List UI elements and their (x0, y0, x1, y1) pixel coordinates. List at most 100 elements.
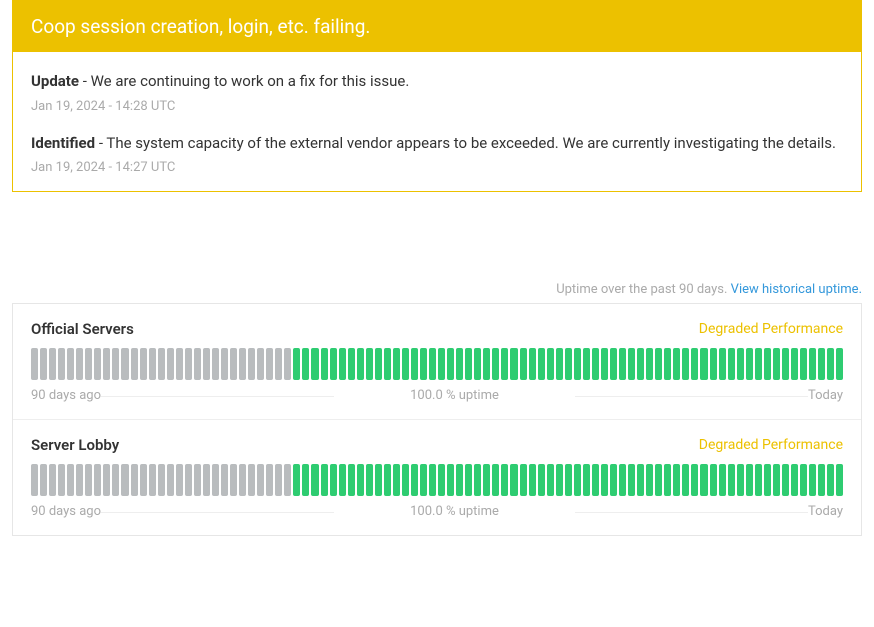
uptime-day (474, 464, 481, 496)
uptime-footer-right: Today (808, 388, 843, 403)
incident-message: Update - We are continuing to work on a … (31, 70, 843, 93)
view-historical-link[interactable]: View historical uptime. (731, 282, 862, 297)
uptime-day (836, 464, 843, 496)
uptime-day (384, 348, 391, 380)
uptime-day (194, 348, 201, 380)
uptime-day (293, 464, 300, 496)
uptime-day (538, 464, 545, 496)
incident-entry: Update - We are continuing to work on a … (31, 70, 843, 114)
uptime-day (103, 348, 110, 380)
uptime-day (746, 464, 753, 496)
uptime-day (330, 464, 337, 496)
uptime-day (293, 348, 300, 380)
uptime-day (339, 348, 346, 380)
incident-label: Update (31, 72, 79, 90)
uptime-day (764, 348, 771, 380)
uptime-day (818, 348, 825, 380)
uptime-day (737, 348, 744, 380)
uptime-day (782, 464, 789, 496)
uptime-day (520, 464, 527, 496)
uptime-day (311, 464, 318, 496)
incident-title[interactable]: Coop session creation, login, etc. faili… (13, 1, 861, 52)
uptime-day (76, 348, 83, 380)
uptime-day (601, 348, 608, 380)
uptime-day (547, 348, 554, 380)
uptime-day (700, 348, 707, 380)
uptime-day (366, 464, 373, 496)
uptime-day (402, 464, 409, 496)
uptime-day (103, 464, 110, 496)
uptime-day (393, 348, 400, 380)
uptime-day (447, 348, 454, 380)
component-status: Degraded Performance (699, 437, 843, 453)
uptime-day (529, 348, 536, 380)
uptime-day (728, 348, 735, 380)
uptime-day (655, 348, 662, 380)
uptime-day (266, 348, 273, 380)
uptime-day (58, 464, 65, 496)
uptime-day (167, 464, 174, 496)
uptime-day (393, 464, 400, 496)
incident-message: Identified - The system capacity of the … (31, 132, 843, 155)
uptime-percent: 100.0 % uptime (101, 504, 808, 519)
uptime-day (67, 464, 74, 496)
uptime-day (818, 464, 825, 496)
uptime-day (121, 348, 128, 380)
component-name: Official Servers (31, 320, 134, 338)
incident-text: - The system capacity of the external ve… (95, 134, 836, 152)
uptime-day (248, 464, 255, 496)
uptime-day (112, 348, 119, 380)
uptime-day (49, 348, 56, 380)
uptime-day (284, 348, 291, 380)
uptime-day (429, 464, 436, 496)
uptime-day (185, 348, 192, 380)
uptime-day (610, 464, 617, 496)
uptime-day (31, 348, 38, 380)
uptime-day (357, 464, 364, 496)
uptime-footer-right: Today (808, 504, 843, 519)
uptime-day (302, 348, 309, 380)
uptime-day (474, 348, 481, 380)
uptime-day (465, 348, 472, 380)
uptime-day (185, 464, 192, 496)
uptime-day (357, 348, 364, 380)
uptime-day (556, 348, 563, 380)
uptime-day (710, 464, 717, 496)
component: Server LobbyDegraded Performance 90 days … (13, 420, 861, 535)
uptime-day (149, 464, 156, 496)
uptime-day (583, 464, 590, 496)
uptime-day (275, 464, 282, 496)
component-header: Server LobbyDegraded Performance (31, 436, 843, 454)
uptime-day (809, 464, 816, 496)
uptime-day (429, 348, 436, 380)
uptime-day (212, 464, 219, 496)
uptime-day (646, 348, 653, 380)
uptime-day (85, 348, 92, 380)
uptime-day (384, 464, 391, 496)
uptime-day (375, 464, 382, 496)
uptime-day (791, 464, 798, 496)
uptime-day (302, 464, 309, 496)
uptime-day (501, 464, 508, 496)
uptime-footer: 90 days ago100.0 % uptimeToday (31, 504, 843, 519)
uptime-day (348, 348, 355, 380)
uptime-day (673, 348, 680, 380)
incident-text: - We are continuing to work on a fix for… (79, 72, 409, 90)
uptime-day (547, 464, 554, 496)
uptime-day (827, 464, 834, 496)
uptime-day (773, 464, 780, 496)
uptime-day (673, 464, 680, 496)
uptime-day (203, 464, 210, 496)
uptime-day (321, 348, 328, 380)
uptime-day (158, 348, 165, 380)
uptime-day (483, 464, 490, 496)
uptime-day (284, 464, 291, 496)
uptime-day (592, 348, 599, 380)
uptime-day (411, 464, 418, 496)
uptime-day (728, 464, 735, 496)
uptime-day (420, 464, 427, 496)
uptime-day (339, 464, 346, 496)
uptime-footer-left: 90 days ago (31, 504, 101, 519)
uptime-day (221, 348, 228, 380)
uptime-day (574, 464, 581, 496)
